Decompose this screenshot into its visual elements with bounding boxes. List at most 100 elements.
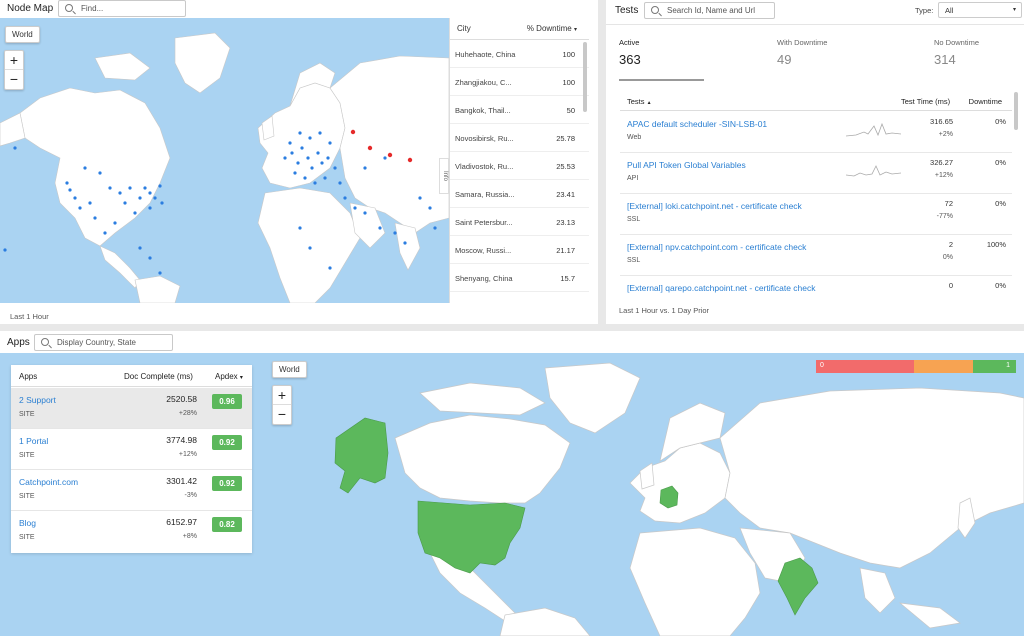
apdex-badge: 0.82 <box>212 517 242 532</box>
sparkline <box>846 165 901 177</box>
zoom-out-button[interactable]: − <box>273 405 291 424</box>
table-row[interactable]: Zhangjiakou, C... 100 <box>450 68 589 96</box>
table-row[interactable]: [External] npv.catchpoint.com - certific… <box>620 235 1012 276</box>
apdex-badge: 0.96 <box>212 394 242 409</box>
world-button[interactable]: World <box>5 26 40 43</box>
table-row[interactable]: Samara, Russia... 23.41 <box>450 180 589 208</box>
table-row[interactable]: Blog SITE 6152.97 +8% 0.82 <box>11 511 252 552</box>
tests-table-header: Tests ▲ Test Time (ms) Downtime <box>620 93 1012 111</box>
zoom-control: + − <box>4 50 24 90</box>
table-row[interactable]: Moscow, Russi... 21.17 <box>450 236 589 264</box>
app-name-link[interactable]: Blog <box>19 518 36 528</box>
apps-search-input[interactable]: Display Country, State <box>34 334 173 351</box>
doc-complete-value: 6152.97 <box>166 517 197 527</box>
table-row[interactable]: 1 Portal SITE 3774.98 +12% 0.92 <box>11 429 252 470</box>
info-tab[interactable]: Info <box>439 158 449 194</box>
city-name: Moscow, Russi... <box>455 246 512 255</box>
doc-complete-value: 3774.98 <box>166 435 197 445</box>
type-label: Type: <box>915 6 934 15</box>
city-downtime-table: City % Downtime ▾ Huhehaote, China 100 Zh… <box>449 18 589 303</box>
sort-down-icon: ▾ <box>573 27 577 33</box>
node-map[interactable]: World + − Info <box>0 18 449 303</box>
tests-table-scrollbar[interactable] <box>1014 92 1018 130</box>
doc-complete-value: 2520.58 <box>166 394 197 404</box>
table-row[interactable]: 2 Support SITE 2520.58 +28% 0.96 <box>11 388 252 429</box>
zoom-out-button[interactable]: − <box>5 70 23 89</box>
city-name: Saint Petersbur... <box>455 218 513 227</box>
test-downtime: 0% <box>995 117 1006 126</box>
test-time: 326.27 <box>930 158 953 167</box>
app-name-link[interactable]: 1 Portal <box>19 436 48 446</box>
node-world-map <box>0 32 449 303</box>
search-icon <box>41 338 49 346</box>
search-icon <box>65 4 73 12</box>
test-time-change: +2% <box>938 131 953 138</box>
doc-complete-change: +28% <box>178 410 197 417</box>
downtime-value: 50 <box>566 106 575 115</box>
downtime-value: 23.13 <box>556 218 575 227</box>
apps-table-header: Apps Doc Complete (ms) Apdex ▾ <box>11 365 252 387</box>
city-name: Huhehaote, China <box>455 50 516 59</box>
table-row[interactable]: Pull API Token Global Variables API 326.… <box>620 153 1012 194</box>
doc-complete-value: 3301.42 <box>166 476 197 486</box>
col-downtime[interactable]: % Downtime ▾ <box>527 24 577 33</box>
apps-zoom-control: + − <box>272 385 292 425</box>
test-name-link[interactable]: [External] npv.catchpoint.com - certific… <box>627 242 806 252</box>
apps-search-placeholder: Display Country, State <box>57 338 136 347</box>
table-row[interactable]: [External] loki.catchpoint.net - certifi… <box>620 194 1012 235</box>
zoom-in-button[interactable]: + <box>5 51 23 70</box>
table-row[interactable]: Novosibirsk, Ru... 25.78 <box>450 124 589 152</box>
app-type: SITE <box>19 411 35 418</box>
doc-complete-change: +12% <box>178 451 197 458</box>
table-row[interactable]: Bangkok, Thail... 50 <box>450 96 589 124</box>
city-name: Bangkok, Thail... <box>455 106 511 115</box>
test-name-link[interactable]: APAC default scheduler -SIN-LSB-01 <box>627 119 767 129</box>
table-row[interactable]: [External] qarepo.catchpoint.net - certi… <box>620 276 1012 296</box>
apdex-badge: 0.92 <box>212 476 242 491</box>
col-doc-complete[interactable]: Doc Complete (ms) <box>124 372 193 381</box>
table-row[interactable]: Saint Petersbur... 23.13 <box>450 208 589 236</box>
test-downtime: 0% <box>995 281 1006 290</box>
test-type: Web <box>627 134 642 141</box>
city-table-header: City % Downtime ▾ <box>450 18 589 40</box>
search-icon <box>651 6 659 14</box>
sparkline <box>846 122 901 137</box>
sort-up-icon: ▲ <box>646 100 652 106</box>
test-downtime: 100% <box>986 240 1006 249</box>
tests-search-input[interactable]: Search Id, Name and Url <box>644 2 775 19</box>
node-map-search-placeholder: Find... <box>81 4 104 13</box>
apdex-badge: 0.92 <box>212 435 242 450</box>
stat-value: 314 <box>934 52 956 67</box>
app-name-link[interactable]: Catchpoint.com <box>19 477 78 487</box>
apps-world-button[interactable]: World <box>272 361 307 378</box>
test-name-link[interactable]: Pull API Token Global Variables <box>627 160 746 170</box>
col-tests[interactable]: Tests ▲ <box>627 97 652 106</box>
table-row[interactable]: Vladivostok, Ru... 25.53 <box>450 152 589 180</box>
table-row[interactable]: APAC default scheduler -SIN-LSB-01 Web 3… <box>620 112 1012 153</box>
table-row[interactable]: Catchpoint.com SITE 3301.42 -3% 0.92 <box>11 470 252 511</box>
node-map-search-input[interactable]: Find... <box>58 0 186 17</box>
col-test-time[interactable]: Test Time (ms) <box>901 97 950 106</box>
test-name-link[interactable]: [External] qarepo.catchpoint.net - certi… <box>627 283 816 293</box>
downtime-value: 21.17 <box>556 246 575 255</box>
col-apdex[interactable]: Apdex ▾ <box>215 372 243 381</box>
test-type: SSL <box>627 257 641 264</box>
col-city[interactable]: City <box>457 24 471 33</box>
downtime-value: 25.53 <box>556 162 575 171</box>
type-select[interactable]: All ▾ <box>938 2 1022 18</box>
active-underline <box>619 79 704 81</box>
test-time-change: +12% <box>934 172 953 179</box>
table-row[interactable]: Shenyang, China 15.7 <box>450 264 589 292</box>
node-map-panel: Node Map Find... World + − Info City % D… <box>0 0 598 324</box>
col-tests-label: Tests <box>627 97 645 106</box>
info-tab-label: Info <box>442 170 448 181</box>
zoom-in-button[interactable]: + <box>273 386 291 405</box>
table-row[interactable]: Huhehaote, China 100 <box>450 40 589 68</box>
col-apps[interactable]: Apps <box>19 372 37 381</box>
doc-complete-change: -3% <box>184 492 197 499</box>
type-select-value: All <box>945 6 954 15</box>
col-downtime[interactable]: Downtime <box>969 97 1002 106</box>
city-table-scrollbar[interactable] <box>583 42 587 112</box>
test-name-link[interactable]: [External] loki.catchpoint.net - certifi… <box>627 201 802 211</box>
app-name-link[interactable]: 2 Support <box>19 395 56 405</box>
